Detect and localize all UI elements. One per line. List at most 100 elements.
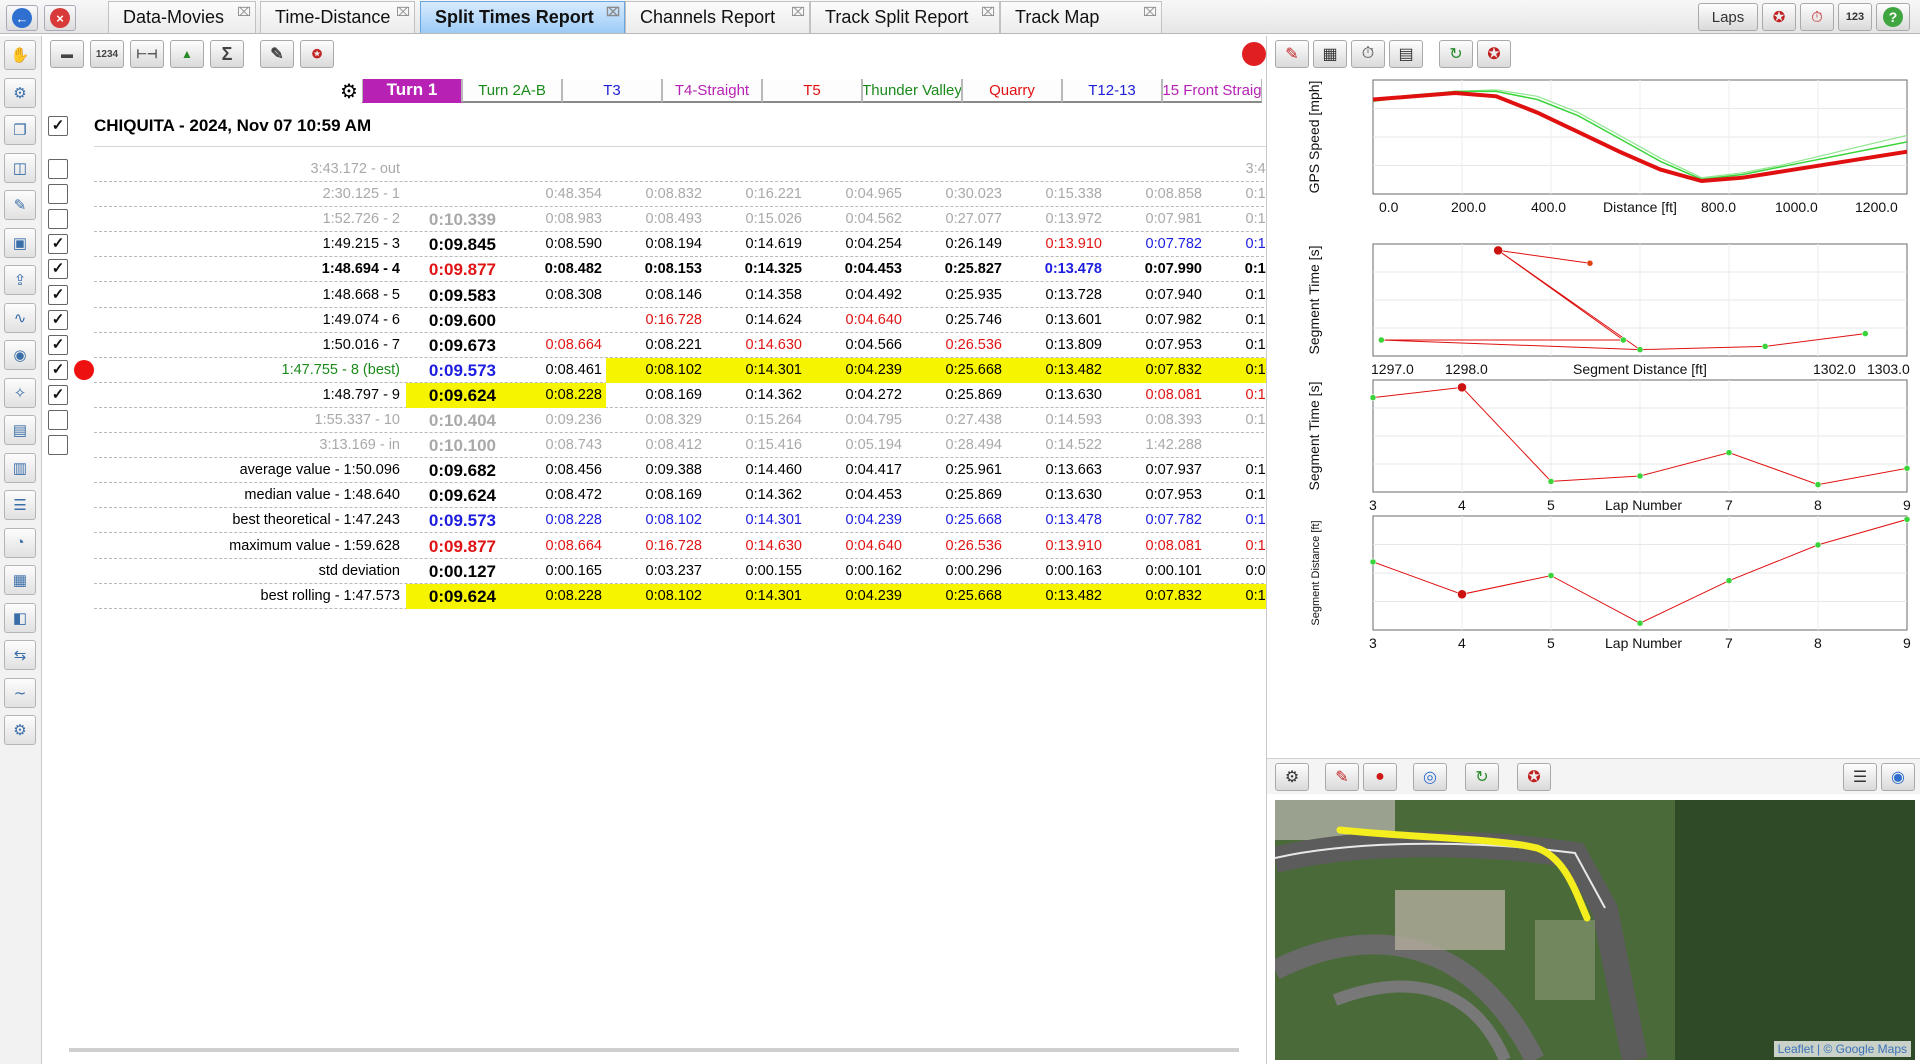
- tab-close-icon[interactable]: ⌧: [981, 5, 995, 19]
- lap-checkbox[interactable]: [48, 159, 68, 179]
- chart-track-button[interactable]: ✪: [1477, 40, 1511, 68]
- left-tool-button[interactable]: ∿: [4, 302, 36, 333]
- back-button[interactable]: ←: [6, 5, 38, 31]
- lap-checkbox[interactable]: ✓: [48, 359, 68, 380]
- lap-checkbox[interactable]: [48, 435, 68, 456]
- tab-data-movies[interactable]: Data-Movies ⌧: [108, 1, 256, 33]
- map-record-button[interactable]: ●: [1363, 763, 1397, 791]
- lap-checkbox[interactable]: ✓: [48, 284, 68, 305]
- tab-time-distance[interactable]: Time-Distance ⌧: [260, 1, 415, 33]
- stat-row[interactable]: best rolling - 1:47.573 0:09.624 0:08.228 0…: [94, 583, 1306, 609]
- tab-split-times-report[interactable]: Split Times Report ⌧: [420, 1, 625, 33]
- segment-header-turn-2a-b[interactable]: Turn 2A-B: [462, 79, 562, 103]
- lap-row[interactable]: 1:55.337 - 10 0:10.404 0:09.236 0:08.329 0:1…: [94, 408, 1304, 433]
- map-draw-button[interactable]: ✎: [1325, 763, 1359, 791]
- lap-checkbox[interactable]: ✓: [48, 334, 68, 355]
- left-tool-button[interactable]: ⇆: [4, 640, 36, 670]
- tab-close-icon[interactable]: ⌧: [606, 5, 620, 19]
- segment-header-t4-straight[interactable]: T4-Straight: [662, 79, 762, 103]
- tab-close-icon[interactable]: ⌧: [1143, 5, 1157, 19]
- lap-row[interactable]: 3:43.172 - out3:43.172: [94, 157, 1304, 182]
- left-tool-button[interactable]: ◔: [4, 527, 36, 558]
- left-tool-button[interactable]: ⚙: [4, 77, 36, 108]
- minimize-button[interactable]: ▬: [50, 40, 84, 68]
- left-tool-button[interactable]: ☰: [4, 490, 36, 520]
- help-button[interactable]: ?: [1876, 3, 1910, 31]
- tab-track-map[interactable]: Track Map ⌧: [1000, 1, 1162, 33]
- left-tool-button[interactable]: ∼: [4, 677, 36, 708]
- lap-row[interactable]: 2:30.125 - 1 0:48.354 0:08.832 0:16.221 0:04…: [94, 182, 1304, 208]
- tab-close-icon[interactable]: ⌧: [396, 5, 410, 19]
- chart-ruler-button[interactable]: ▤: [1389, 40, 1423, 68]
- tab-channels-report[interactable]: Channels Report ⌧: [625, 1, 810, 33]
- segment-header-15-front-straig[interactable]: 15 Front Straig: [1162, 79, 1262, 103]
- stat-row[interactable]: median value - 1:48.640 0:09.624 0:08.472 0…: [94, 483, 1304, 509]
- lap-row[interactable]: 1:50.016 - 7 0:09.673 0:08.664 0:08.221 0:14…: [94, 333, 1304, 358]
- map-target-button[interactable]: ◎: [1413, 763, 1447, 791]
- map-layers-button[interactable]: ☰: [1843, 763, 1877, 791]
- lap-row[interactable]: 1:49.215 - 3 0:09.845 0:08.590 0:08.194 0:14…: [94, 232, 1304, 258]
- numeric-display-button[interactable]: 123: [1838, 3, 1872, 31]
- stat-row[interactable]: std deviation 0:00.127 0:00.165 0:03.237 0:0…: [94, 559, 1304, 584]
- horizontal-scrollbar[interactable]: [69, 1048, 1239, 1052]
- left-tool-button[interactable]: ✋: [4, 40, 36, 70]
- lap-row[interactable]: 1:48.694 - 4 0:09.877 0:08.482 0:08.153 0:14…: [94, 257, 1304, 283]
- stat-row[interactable]: best theoretical - 1:47.243 0:09.573 0:08.…: [94, 508, 1304, 534]
- segment-header-turn-1[interactable]: Turn 1: [362, 79, 462, 103]
- left-tool-button[interactable]: ◉: [4, 340, 36, 370]
- split-tool-button[interactable]: ✎: [260, 40, 294, 68]
- left-tool-button[interactable]: ⇪: [4, 265, 36, 295]
- segment-header-t3[interactable]: T3: [562, 79, 662, 103]
- timer-button[interactable]: ⏱: [1800, 3, 1834, 31]
- left-tool-button[interactable]: ◫: [4, 152, 36, 183]
- lap-checkbox[interactable]: [48, 209, 68, 230]
- track-split-button[interactable]: ✪: [1762, 3, 1796, 31]
- tab-track-split-report[interactable]: Track Split Report ⌧: [810, 1, 1000, 33]
- laps-button[interactable]: Laps: [1698, 3, 1758, 31]
- left-tool-button[interactable]: ▤: [4, 415, 36, 445]
- lap-row[interactable]: 1:49.074 - 6 0:09.600 0:16.728 0:14.624 0:04…: [94, 308, 1304, 333]
- segments-button[interactable]: ▲: [170, 40, 204, 68]
- lap-row[interactable]: 1:48.797 - 9 0:09.624 0:08.228 0:08.169 0:14…: [94, 382, 1304, 408]
- lap-row[interactable]: 1:48.668 - 5 0:09.583 0:08.308 0:08.146 0:14…: [94, 283, 1304, 308]
- map-refresh-button[interactable]: ↻: [1465, 763, 1499, 791]
- left-tool-button[interactable]: ❐: [4, 115, 36, 145]
- track-map[interactable]: Leaflet | © Google Maps: [1275, 800, 1915, 1060]
- chart-pen-button[interactable]: ✎: [1275, 40, 1309, 68]
- chart-calc-button[interactable]: ▦: [1313, 40, 1347, 68]
- session-checkbox[interactable]: ✓: [48, 116, 68, 136]
- tab-close-icon[interactable]: ⌧: [237, 5, 251, 19]
- segment-header-thunder-valley[interactable]: Thunder Valley: [862, 79, 962, 103]
- chart-timer-button[interactable]: ⏱: [1351, 40, 1385, 68]
- lap-row[interactable]: 1:47.755 - 8 (best) 0:09.573 0:08.461 0:08.…: [94, 357, 1306, 383]
- settings-gear-icon[interactable]: ⚙: [340, 79, 358, 104]
- lap-checkbox[interactable]: ✓: [48, 309, 68, 330]
- map-track-button[interactable]: ✪: [1517, 763, 1551, 791]
- lap-checkbox[interactable]: ✓: [48, 234, 68, 255]
- tab-close-icon[interactable]: ⌧: [791, 5, 805, 19]
- track-button[interactable]: ✪: [300, 40, 334, 68]
- columns-button[interactable]: ⊢⊣: [130, 40, 164, 68]
- lap-row[interactable]: 3:13.169 - in 0:10.100 0:08.743 0:08.412 0:1…: [94, 433, 1304, 459]
- lap-checkbox[interactable]: [48, 184, 68, 205]
- chart-refresh-button[interactable]: ↻: [1439, 40, 1473, 68]
- map-attribution[interactable]: Leaflet | © Google Maps: [1773, 1041, 1911, 1057]
- left-tool-button[interactable]: ✧: [4, 377, 36, 408]
- segment-header-t12-13[interactable]: T12-13: [1062, 79, 1162, 103]
- left-tool-button[interactable]: ▥: [4, 452, 36, 483]
- stat-row[interactable]: average value - 1:50.096 0:09.682 0:08.456…: [94, 458, 1304, 484]
- lap-row[interactable]: 1:52.726 - 2 0:10.339 0:08.983 0:08.493 0:15…: [94, 207, 1304, 233]
- left-tool-button[interactable]: ✎: [4, 190, 36, 220]
- close-button[interactable]: ×: [44, 5, 76, 31]
- numeric-format-button[interactable]: 1234: [90, 40, 124, 68]
- sum-button[interactable]: Σ: [210, 40, 244, 68]
- record-icon[interactable]: [1242, 42, 1266, 66]
- segment-header-quarry[interactable]: Quarry: [962, 79, 1062, 103]
- stat-row[interactable]: maximum value - 1:59.628 0:09.877 0:08.664…: [94, 534, 1304, 559]
- lap-checkbox[interactable]: [48, 410, 68, 430]
- left-tool-button[interactable]: ◧: [4, 602, 36, 633]
- left-tool-button[interactable]: ⚙: [4, 715, 36, 745]
- lap-checkbox[interactable]: ✓: [48, 384, 68, 405]
- map-globe-button[interactable]: ◉: [1881, 763, 1915, 791]
- map-settings-button[interactable]: ⚙: [1275, 763, 1309, 791]
